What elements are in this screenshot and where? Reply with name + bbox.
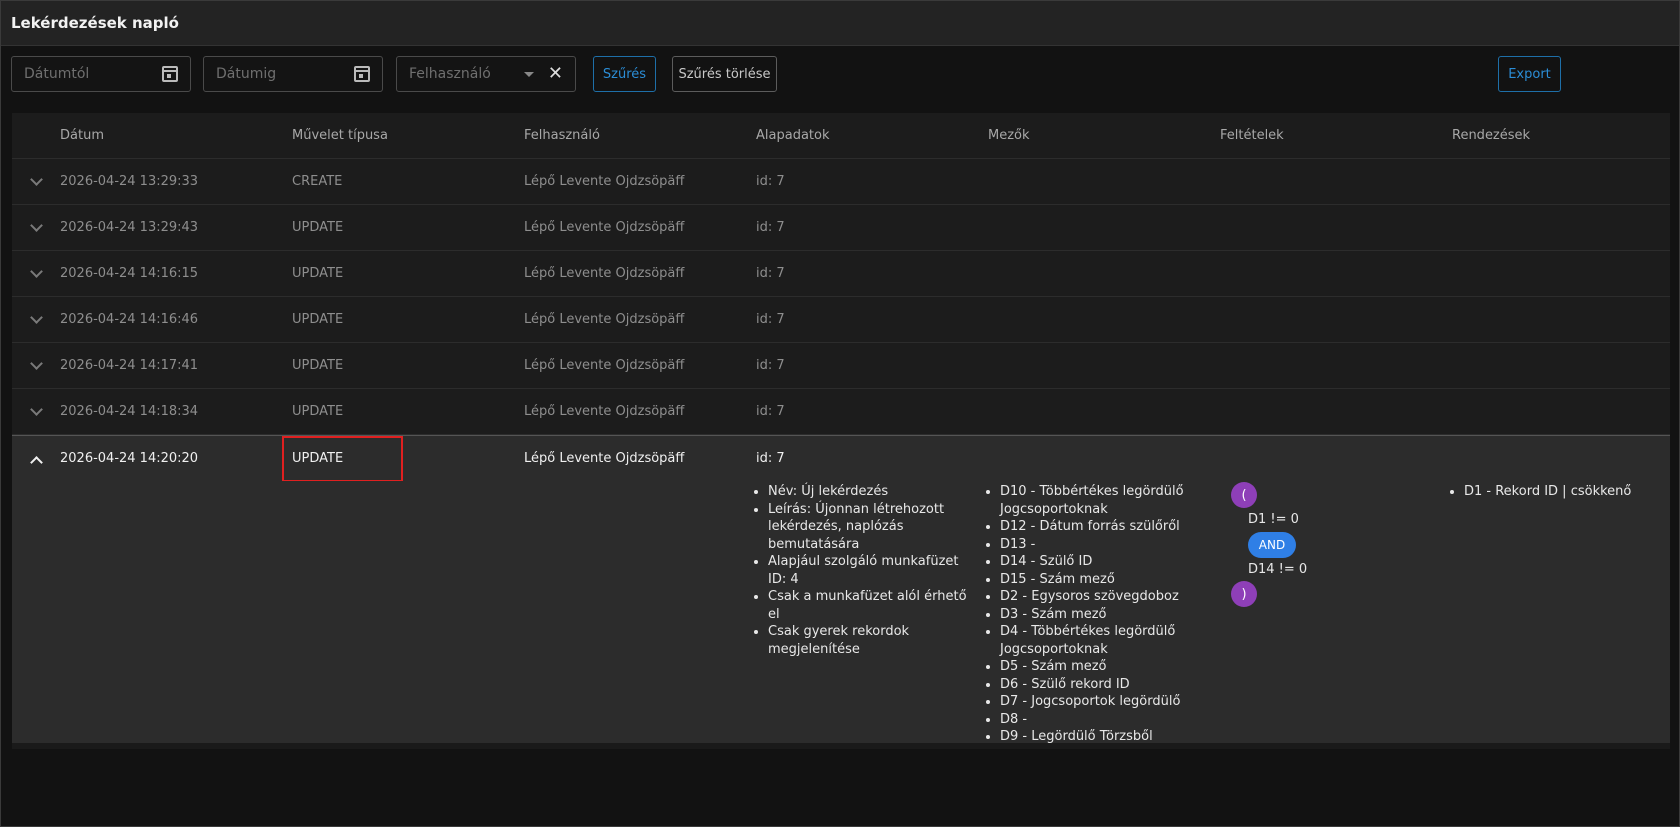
row-base: id: 7 [756,174,785,189]
table-row-expanded[interactable]: 2026-04-24 14:20:20 UPDATE Lépő Levente … [12,435,1670,482]
list-item: D7 - Jogcsoportok legördülő [1000,693,1189,711]
export-button[interactable]: Export [1498,56,1561,92]
fields-list: D10 - Többértékes legördülő Jogcsoportok… [984,483,1189,746]
row-type: CREATE [292,174,343,189]
row-base: id: 7 [756,266,785,281]
row-type: UPDATE [292,266,344,281]
list-item: D10 - Többértékes legördülő Jogcsoportok… [1000,483,1189,518]
close-paren-badge: ) [1231,581,1257,607]
operator-badge: AND [1248,532,1296,558]
list-item: D5 - Szám mező [1000,658,1189,676]
list-item: D1 - Rekord ID | csökkenő [1464,483,1658,501]
row-user: Lépő Levente Ojdzsöpäff [524,404,685,419]
page-title: Lekérdezések napló [11,14,179,32]
row-type: UPDATE [292,404,344,419]
row-base: id: 7 [756,220,785,235]
column-header-fields[interactable]: Mezők [988,113,1030,159]
chevron-down-icon[interactable] [29,343,43,389]
log-table: Dátum Művelet típusa Felhasználó Alapada… [12,113,1670,749]
date-to-placeholder: Dátumig [216,66,277,82]
open-paren-badge: ( [1231,482,1257,508]
list-item: D13 - [1000,536,1189,554]
table-row[interactable]: 2026-04-24 14:16:15 UPDATE Lépő Levente … [12,251,1670,297]
list-item: Alapjául szolgáló munkafüzet ID: 4 [768,553,972,588]
row-base: id: 7 [756,312,785,327]
condition-text: D14 != 0 [1248,562,1308,577]
list-item: D15 - Szám mező [1000,571,1189,589]
base-data-list: Név: Új lekérdezés Leírás: Újonnan létre… [752,483,972,658]
chevron-down-icon[interactable] [29,251,43,297]
list-item: Leírás: Újonnan létrehozott lekérdezés, … [768,501,972,554]
row-date: 2026-04-24 14:18:34 [60,404,199,419]
table-row[interactable]: 2026-04-24 14:18:34 UPDATE Lépő Levente … [12,389,1670,435]
row-date: 2026-04-24 14:16:15 [60,266,199,281]
list-item: D8 - [1000,711,1189,729]
list-item: D4 - Többértékes legördülő Jogcsoportokn… [1000,623,1189,658]
sortings-list: D1 - Rekord ID | csökkenő [1448,483,1658,501]
row-details: Név: Új lekérdezés Leírás: Újonnan létre… [12,481,1670,746]
table-row[interactable]: 2026-04-24 14:16:46 UPDATE Lépő Levente … [12,297,1670,343]
chevron-up-icon[interactable] [29,436,43,482]
row-date: 2026-04-24 14:17:41 [60,358,199,373]
date-from-input[interactable]: Dátumtól [11,56,191,92]
clear-filter-button[interactable]: Szűrés törlése [672,56,777,92]
column-header-conditions[interactable]: Feltételek [1220,113,1284,159]
row-type: UPDATE [292,220,344,235]
column-header-user[interactable]: Felhasználó [524,113,600,159]
list-item: D14 - Szülő ID [1000,553,1189,571]
list-item: D3 - Szám mező [1000,606,1189,624]
list-item: D9 - Legördülő Törzsből [1000,728,1189,746]
condition-text: D1 != 0 [1248,512,1299,527]
chevron-down-icon[interactable] [523,71,534,77]
list-item: Csak gyerek rekordok megjelenítése [768,623,972,658]
title-bar: Lekérdezések napló [1,1,1679,46]
row-user: Lépő Levente Ojdzsöpäff [524,174,685,189]
row-date: 2026-04-24 14:20:20 [60,451,199,466]
filter-button[interactable]: Szűrés [593,56,656,92]
row-date: 2026-04-24 13:29:33 [60,174,199,189]
row-date: 2026-04-24 13:29:43 [60,220,199,235]
row-user: Lépő Levente Ojdzsöpäff [524,358,685,373]
chevron-down-icon[interactable] [29,297,43,343]
column-header-operation-type[interactable]: Művelet típusa [292,113,388,159]
table-row[interactable]: 2026-04-24 14:17:41 UPDATE Lépő Levente … [12,343,1670,389]
chevron-down-icon[interactable] [29,205,43,251]
row-user: Lépő Levente Ojdzsöpäff [524,451,685,466]
row-base: id: 7 [756,404,785,419]
row-base: id: 7 [756,451,785,466]
user-select-placeholder: Felhasználó [409,66,491,82]
list-item: D6 - Szülő rekord ID [1000,676,1189,694]
table-row[interactable]: 2026-04-24 13:29:33 CREATE Lépő Levente … [12,159,1670,205]
row-type: UPDATE [292,312,344,327]
list-item: D12 - Dátum forrás szülőről [1000,518,1189,536]
table-row[interactable]: 2026-04-24 13:29:43 UPDATE Lépő Levente … [12,205,1670,251]
chevron-down-icon[interactable] [29,159,43,205]
row-type: UPDATE [292,451,344,466]
row-user: Lépő Levente Ojdzsöpäff [524,220,685,235]
user-select[interactable]: Felhasználó ✕ [396,56,576,92]
close-icon[interactable]: ✕ [548,65,563,83]
column-header-base-data[interactable]: Alapadatok [756,113,830,159]
column-header-sortings[interactable]: Rendezések [1452,113,1530,159]
chevron-down-icon[interactable] [29,389,43,435]
row-date: 2026-04-24 14:16:46 [60,312,199,327]
row-user: Lépő Levente Ojdzsöpäff [524,266,685,281]
app-window: Lekérdezések napló Dátumtól Dátumig Felh… [0,0,1680,827]
date-to-input[interactable]: Dátumig [203,56,383,92]
table-header: Dátum Művelet típusa Felhasználó Alapada… [12,113,1670,159]
list-item: D2 - Egysoros szövegdoboz [1000,588,1189,606]
list-item: Csak a munkafüzet alól érhető el [768,588,972,623]
row-type: UPDATE [292,358,344,373]
list-item: Név: Új lekérdezés [768,483,972,501]
row-base: id: 7 [756,358,785,373]
calendar-icon[interactable] [354,66,370,82]
column-header-date[interactable]: Dátum [60,113,104,159]
filter-toolbar: Dátumtól Dátumig Felhasználó ✕ Szűrés Sz… [11,56,1669,92]
row-user: Lépő Levente Ojdzsöpäff [524,312,685,327]
calendar-icon[interactable] [162,66,178,82]
date-from-placeholder: Dátumtól [24,66,90,82]
